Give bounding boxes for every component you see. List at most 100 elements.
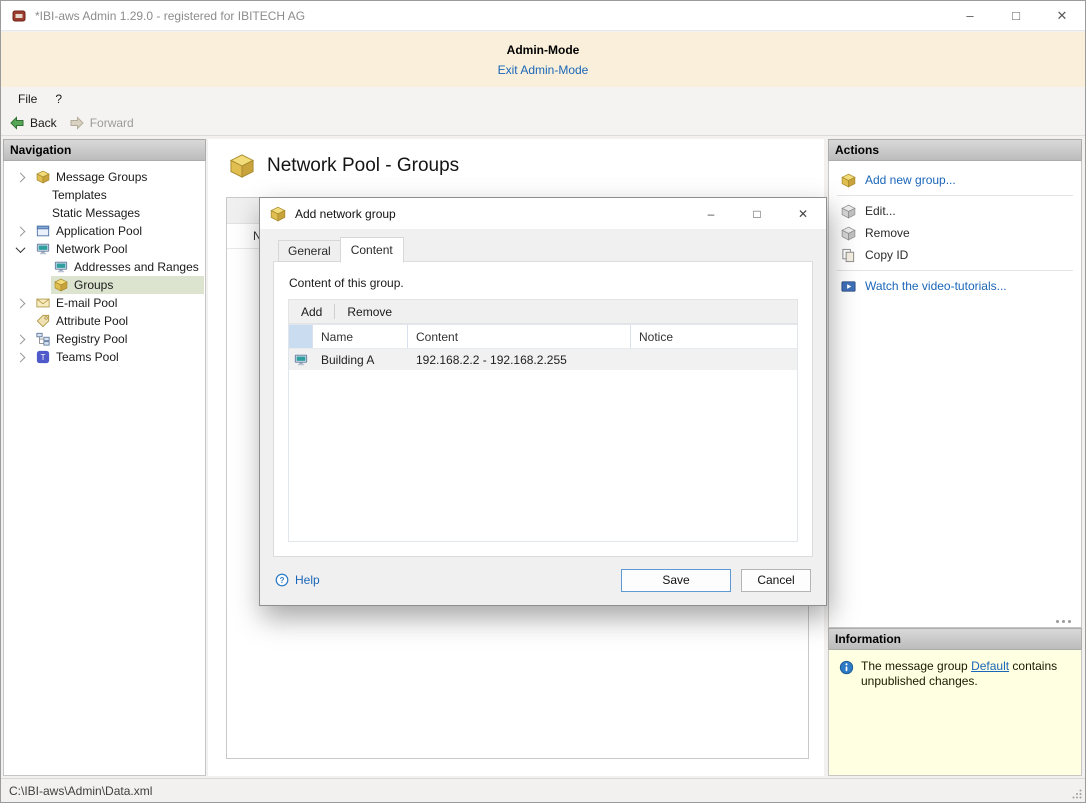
page-header: Network Pool - Groups	[208, 139, 824, 179]
column-header-selector[interactable]	[289, 325, 313, 348]
help-icon: ?	[275, 573, 289, 587]
sidebar-item-email-pool[interactable]: E-mail Pool	[4, 294, 205, 312]
tab-general[interactable]: General	[278, 240, 341, 262]
cancel-button[interactable]: Cancel	[741, 568, 811, 592]
sidebar-item-network-pool[interactable]: Network Pool	[4, 240, 205, 258]
dialog-maximize-button[interactable]: □	[734, 198, 780, 229]
panel-splitter-dots[interactable]	[1056, 620, 1071, 623]
sidebar-item-addresses-and-ranges[interactable]: Addresses and Ranges	[4, 258, 205, 276]
copy-id-action[interactable]: Copy ID	[829, 244, 1081, 266]
menu-bar: File ?	[1, 87, 1085, 110]
action-label: Copy ID	[865, 248, 909, 262]
attribute-pool-icon	[36, 314, 50, 328]
navigation-panel: Navigation Message Groups Templates Stat…	[3, 139, 206, 776]
chevron-right-icon[interactable]	[12, 352, 28, 362]
sidebar-item-application-pool[interactable]: Application Pool	[4, 222, 205, 240]
row-content-cell: 192.168.2.2 - 192.168.2.255	[416, 352, 567, 367]
message-groups-icon	[36, 170, 50, 184]
teams-pool-icon: T	[36, 350, 50, 364]
tree-item-label: Application Pool	[56, 224, 143, 238]
chevron-right-icon[interactable]	[12, 172, 28, 182]
svg-text:T: T	[41, 353, 46, 362]
tree-item-label: Static Messages	[52, 206, 141, 220]
edit-icon	[841, 204, 856, 218]
chevron-right-icon[interactable]	[12, 334, 28, 344]
save-button[interactable]: Save	[621, 568, 731, 592]
dialog-close-button[interactable]: ✕	[780, 198, 826, 229]
selected-item-highlight[interactable]: Groups	[51, 276, 204, 294]
column-header-name[interactable]: Name	[313, 325, 408, 348]
table-row[interactable]: Building A 192.168.2.2 - 192.168.2.255	[289, 349, 797, 370]
content-description: Content of this group.	[289, 276, 404, 290]
resize-grip-icon[interactable]	[1071, 788, 1083, 800]
network-pool-groups-icon	[229, 154, 255, 178]
svg-text:?: ?	[280, 576, 285, 585]
row-name-cell: Building A	[321, 352, 375, 367]
actions-panel: Actions Add new group... Edit... Remove …	[828, 139, 1082, 628]
app-window: *IBI-aws Admin 1.29.0 - registered for I…	[0, 0, 1086, 803]
dialog-minimize-button[interactable]: –	[688, 198, 734, 229]
chevron-right-icon[interactable]	[12, 226, 28, 236]
dialog-controls: – □ ✕	[688, 198, 826, 229]
tree-item-label: Attribute Pool	[56, 314, 129, 328]
window-titlebar[interactable]: *IBI-aws Admin 1.29.0 - registered for I…	[1, 1, 1085, 31]
sidebar-item-static-messages[interactable]: Static Messages	[4, 204, 205, 222]
information-panel: Information The message group Default co…	[828, 628, 1082, 776]
action-label: Add new group...	[865, 173, 956, 187]
admin-mode-title: Admin-Mode	[506, 43, 580, 57]
default-group-link[interactable]: Default	[971, 659, 1009, 673]
information-message: The message group Default contains unpub…	[861, 659, 1066, 689]
back-label: Back	[30, 115, 57, 130]
tree-item-label: Network Pool	[56, 242, 128, 256]
information-body: The message group Default contains unpub…	[828, 650, 1082, 776]
history-toolbar: Back Forward	[1, 110, 1085, 136]
application-pool-icon	[36, 225, 50, 237]
sidebar-item-registry-pool[interactable]: Registry Pool	[4, 330, 205, 348]
menu-file[interactable]: File	[9, 89, 46, 109]
chevron-down-icon[interactable]	[12, 242, 28, 253]
tree-item-label: Groups	[74, 278, 114, 292]
remove-action[interactable]: Remove	[829, 222, 1081, 244]
forward-arrow-icon	[70, 115, 84, 130]
remove-button[interactable]: Remove	[337, 302, 402, 322]
dialog-titlebar[interactable]: Add network group – □ ✕	[260, 198, 826, 229]
information-panel-header: Information	[828, 628, 1082, 650]
group-content-table: Name Content Notice Building A 192.168.2…	[288, 324, 798, 542]
edit-action[interactable]: Edit...	[829, 200, 1081, 222]
sidebar-item-teams-pool[interactable]: T Teams Pool	[4, 348, 205, 366]
toolbar-separator	[334, 304, 336, 319]
dialog-footer: ? Help Save Cancel	[260, 555, 826, 605]
add-button[interactable]: Add	[291, 302, 332, 322]
tree-item-label: E-mail Pool	[56, 296, 118, 310]
chevron-right-icon[interactable]	[12, 298, 28, 308]
actions-panel-header: Actions	[828, 139, 1082, 161]
minimize-button[interactable]: –	[947, 1, 993, 30]
action-label: Edit...	[865, 204, 896, 218]
tree-item-label: Registry Pool	[56, 332, 128, 346]
help-label: Help	[295, 573, 320, 587]
sidebar-item-message-groups[interactable]: Message Groups	[4, 168, 205, 186]
menu-help[interactable]: ?	[46, 89, 71, 109]
navigation-panel-header: Navigation	[3, 139, 206, 161]
addresses-and-ranges-icon	[54, 261, 68, 273]
actions-separator	[837, 270, 1073, 271]
help-link[interactable]: ? Help	[275, 573, 320, 587]
back-button[interactable]: Back	[9, 115, 57, 131]
sidebar-item-attribute-pool[interactable]: Attribute Pool	[4, 312, 205, 330]
window-controls: – □ ✕	[947, 1, 1085, 30]
column-header-notice[interactable]: Notice	[631, 325, 797, 348]
close-button[interactable]: ✕	[1039, 1, 1085, 30]
content-toolbar: Add Remove	[288, 299, 798, 324]
exit-admin-mode-link[interactable]: Exit Admin-Mode	[498, 63, 589, 77]
sidebar-item-groups-selected[interactable]: Groups	[4, 276, 205, 294]
add-new-group-action[interactable]: Add new group...	[829, 169, 1081, 191]
maximize-button[interactable]: □	[993, 1, 1039, 30]
forward-button[interactable]: Forward	[69, 115, 134, 131]
remove-icon	[841, 226, 856, 240]
app-logo-icon	[12, 10, 26, 21]
tab-content[interactable]: Content	[339, 237, 404, 263]
column-header-content[interactable]: Content	[408, 325, 631, 348]
video-tutorials-action[interactable]: Watch the video-tutorials...	[829, 275, 1081, 297]
dialog-group-icon	[270, 206, 286, 221]
sidebar-item-templates[interactable]: Templates	[4, 186, 205, 204]
